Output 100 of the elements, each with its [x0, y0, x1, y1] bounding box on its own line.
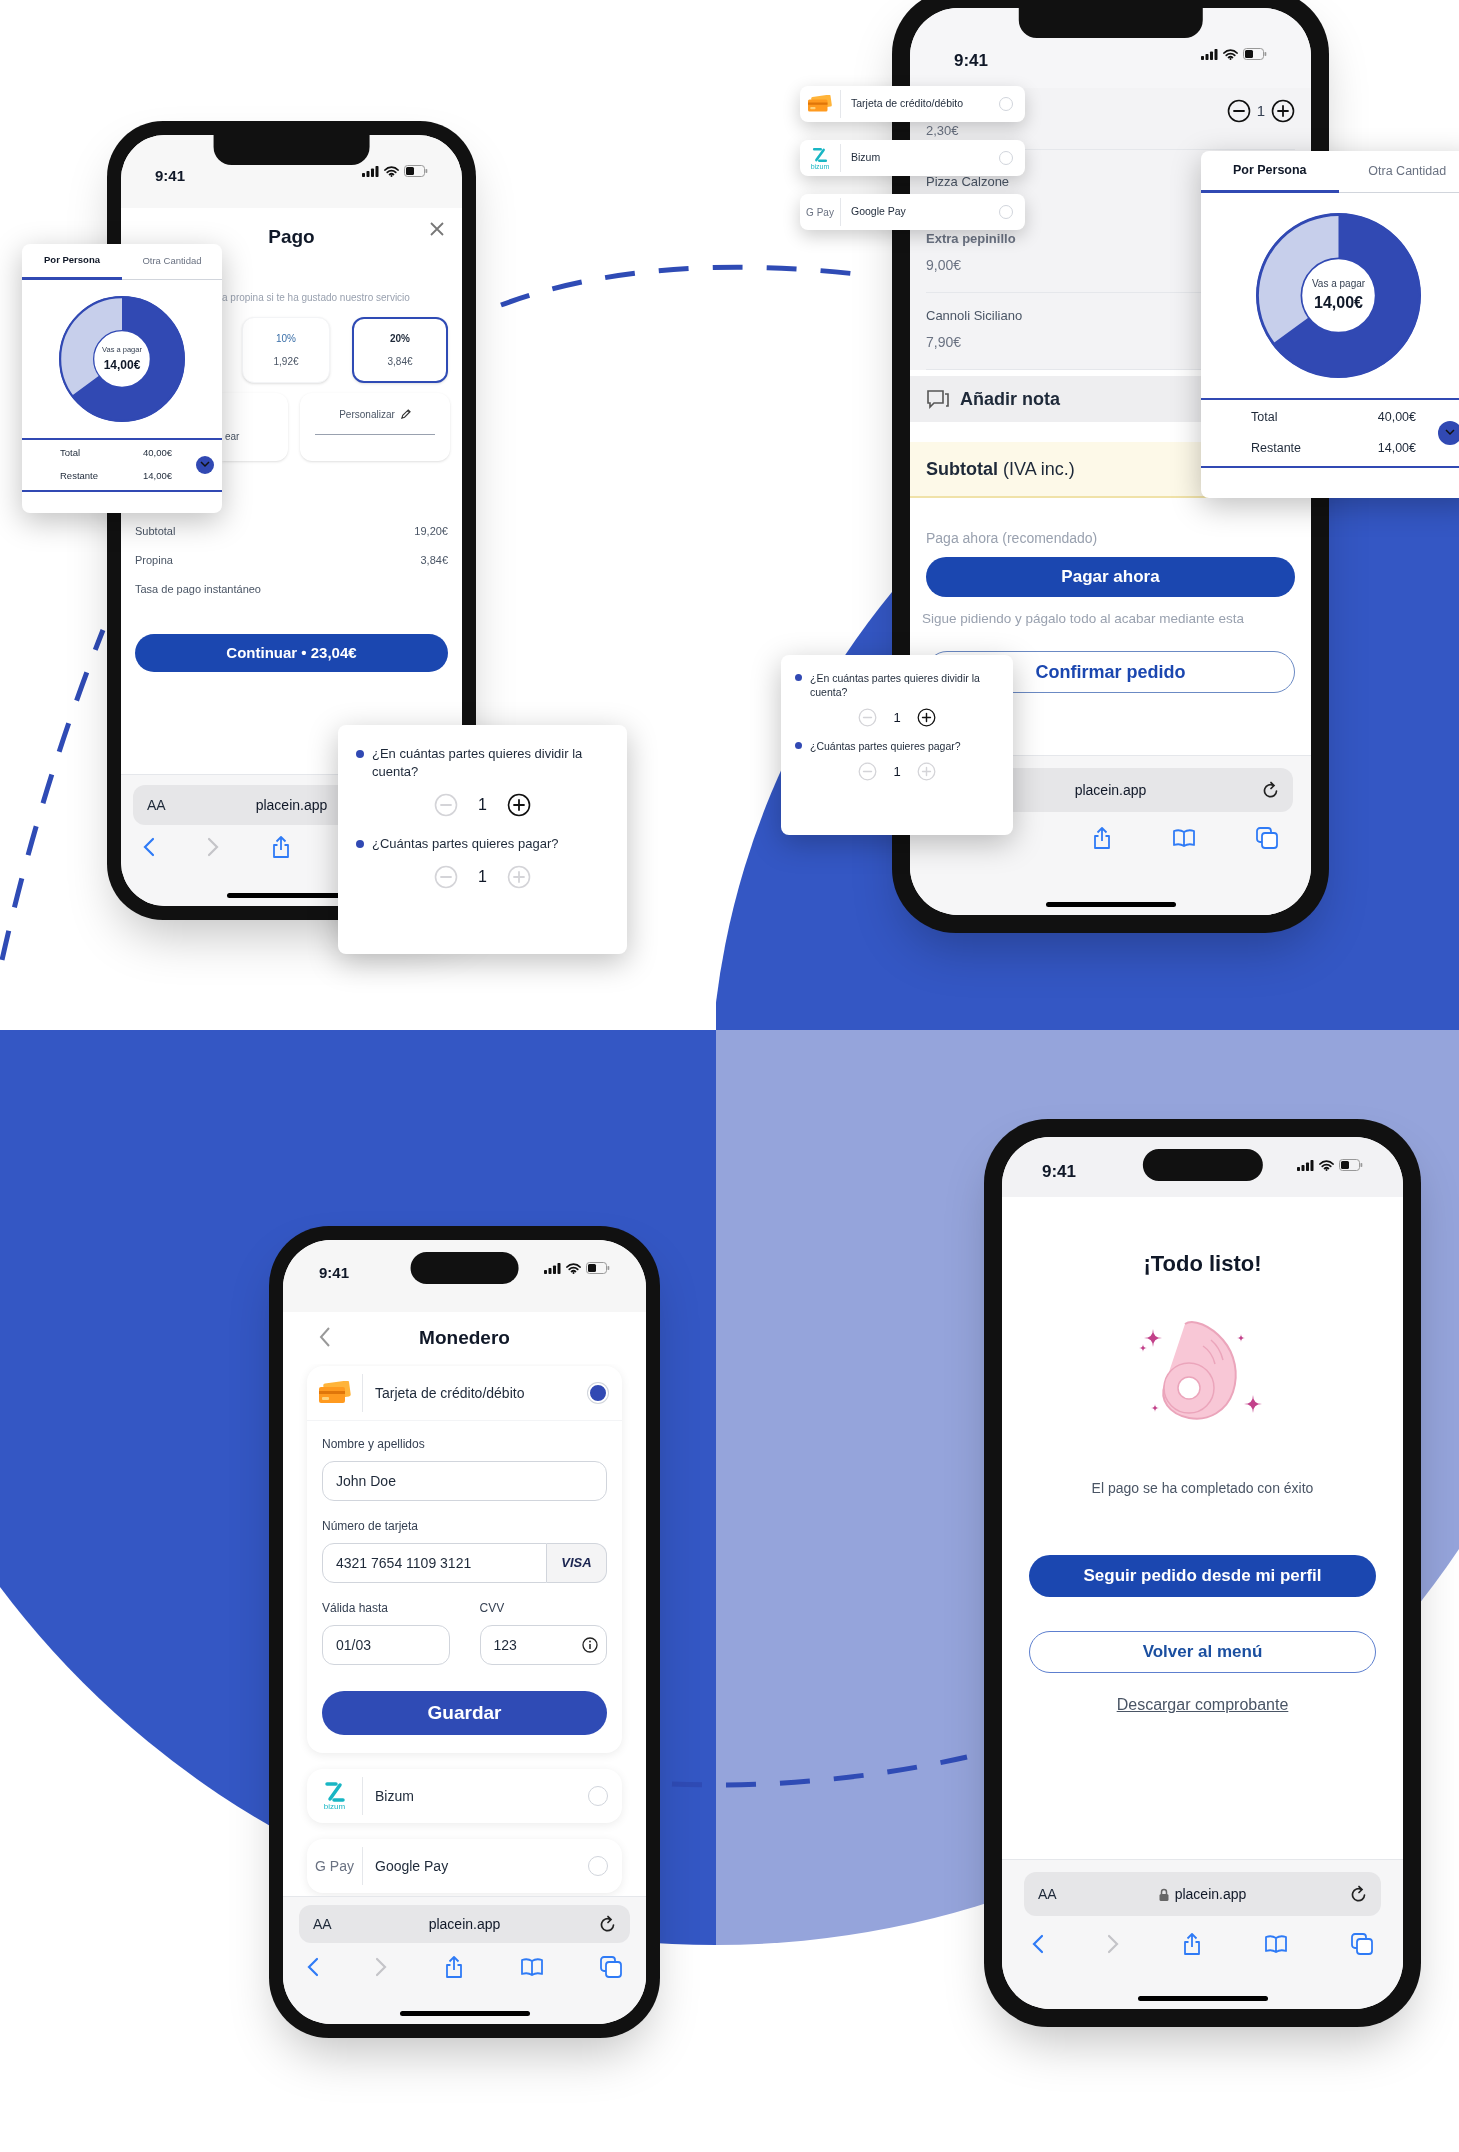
subtotal-text: Subtotal (IVA inc.) — [926, 457, 1075, 481]
expand-button[interactable] — [1438, 420, 1459, 445]
text-size-button[interactable]: AA — [313, 1913, 332, 1935]
summary-label: Restante — [60, 469, 99, 484]
tab[interactable]: Otra Cantidad — [1338, 151, 1459, 193]
battery-icon — [1243, 48, 1267, 60]
address-bar[interactable]: AA placein.app — [299, 1905, 630, 1943]
payment-method-popup[interactable]: G Pay Google Pay — [800, 194, 1025, 230]
address-bar[interactable]: AA placein.app — [1024, 1872, 1381, 1916]
custom-tip-field[interactable]: Personalizar — [300, 393, 450, 461]
share-icon[interactable] — [443, 1955, 464, 1979]
download-receipt-link[interactable]: Descargar comprobante — [1116, 1693, 1289, 1717]
amount-text: 14,00€ — [103, 356, 141, 374]
radio-button[interactable] — [999, 151, 1013, 165]
close-icon[interactable] — [430, 222, 444, 236]
screen-title: Monedero — [419, 1325, 510, 1350]
radio-button[interactable] — [588, 1786, 608, 1806]
method-name: Tarjeta de crédito/débito — [851, 96, 965, 112]
field-label: Personalizar — [339, 408, 395, 422]
summary-label: Restante — [1251, 439, 1302, 457]
back-icon[interactable] — [143, 837, 155, 857]
pay-later-hint: Sigue pidiendo y págalo todo al acabar mediante esta — [921, 610, 1245, 628]
screen-title: ¡Todo listo! — [1142, 1250, 1263, 1278]
info-icon — [582, 1637, 598, 1653]
wifi-icon — [1319, 1159, 1334, 1171]
summary-value: 40,00€ — [1377, 409, 1416, 426]
quantity-value: 1 — [1256, 100, 1265, 121]
bookmarks-icon[interactable] — [1172, 828, 1196, 848]
url-text: placein.app — [1174, 1884, 1247, 1904]
summary-value: 14,00€ — [142, 469, 172, 484]
radio-button[interactable] — [999, 97, 1013, 111]
count-value: 1 — [478, 794, 487, 815]
tip-option[interactable]: 10% 1,92€ — [242, 317, 330, 383]
track-order-button[interactable]: Seguir pedido desde mi perfil — [1029, 1555, 1376, 1597]
cvv-field[interactable]: 123 — [479, 1625, 607, 1665]
amount-caption: Vas a pagar — [1311, 277, 1366, 291]
wifi-icon — [384, 165, 399, 177]
bookmarks-icon[interactable] — [519, 1957, 544, 1977]
tab[interactable]: Otra Cantidad — [122, 244, 222, 280]
summary-value: 14,00€ — [1377, 439, 1416, 457]
tabs-icon[interactable] — [1351, 1933, 1373, 1955]
plus-icon[interactable] — [506, 792, 531, 817]
reload-icon[interactable] — [1263, 781, 1279, 799]
card-number-field[interactable]: 4321 7654 1109 3121 — [322, 1543, 547, 1583]
question-text: ¿Cuántas partes quieres pagar? — [372, 834, 559, 853]
question-text: ¿Cuántas partes quieres pagar? — [810, 739, 961, 754]
tab[interactable]: Por Persona — [22, 244, 122, 280]
tip-option[interactable]: 20% 3,84€ — [352, 317, 448, 383]
back-icon[interactable] — [1032, 1934, 1044, 1954]
radio-button[interactable] — [588, 1856, 608, 1876]
tab[interactable]: Por Persona — [1201, 151, 1339, 193]
field-label: Válida hasta — [322, 1600, 390, 1617]
minus-icon[interactable] — [1226, 99, 1251, 123]
bookmarks-icon[interactable] — [1264, 1934, 1289, 1954]
pay-now-button[interactable]: Pagar ahora — [926, 557, 1295, 597]
continue-button[interactable]: Continuar • 23,04€ — [135, 634, 448, 672]
screen-title: Pago — [268, 224, 315, 249]
item-name: Pizza Calzone — [926, 175, 1010, 188]
signal-icon — [1201, 48, 1218, 60]
back-to-menu-button[interactable]: Volver al menú — [1029, 1631, 1376, 1673]
note-icon — [926, 389, 950, 409]
expiry-field[interactable]: 01/03 — [322, 1625, 450, 1665]
share-icon[interactable] — [1181, 1932, 1202, 1956]
reload-icon[interactable] — [1351, 1885, 1367, 1903]
payment-method-popup[interactable]: Tarjeta de crédito/débito — [800, 86, 1025, 122]
back-icon[interactable] — [307, 1957, 319, 1977]
item-price: 2,30€ — [926, 124, 959, 137]
question-text: ¿En cuántas partes quieres dividir la cuenta? — [372, 745, 584, 781]
status-time: 9:41 — [954, 50, 989, 72]
back-icon[interactable] — [319, 1326, 331, 1348]
tip-option[interactable]: ear — [222, 393, 288, 461]
battery-icon — [404, 165, 428, 177]
status-time: 9:41 — [1042, 1161, 1077, 1183]
chevron-down-icon — [1445, 429, 1455, 437]
text-size-button[interactable]: AA — [147, 794, 166, 816]
battery-icon — [1339, 1159, 1363, 1171]
field-label: CVV — [479, 1600, 506, 1617]
count-value: 1 — [893, 762, 901, 781]
bizum-logo: bizum — [323, 1781, 346, 1811]
plus-icon[interactable] — [1271, 99, 1295, 123]
amount-text: 14,00€ — [1314, 293, 1363, 313]
item-name: Cannoli Siciliano — [926, 309, 1023, 322]
item-price: 9,00€ — [926, 256, 962, 275]
wifi-icon — [566, 1262, 581, 1274]
tabs-icon[interactable] — [1256, 827, 1278, 849]
save-button[interactable]: Guardar — [322, 1691, 607, 1735]
expand-button[interactable] — [196, 455, 214, 474]
tabs-icon[interactable] — [600, 1956, 622, 1978]
plus-icon[interactable] — [916, 708, 936, 728]
share-icon[interactable] — [1092, 826, 1112, 850]
method-name: Google Pay — [375, 1856, 450, 1876]
method-name: Tarjeta de crédito/débito — [375, 1383, 526, 1403]
success-message: El pago se ha completado con éxito — [1090, 1479, 1315, 1498]
radio-button[interactable] — [999, 205, 1013, 219]
text-size-button[interactable]: AA — [1038, 1883, 1057, 1905]
reload-icon[interactable] — [600, 1915, 616, 1933]
share-icon[interactable] — [271, 835, 291, 859]
count-value: 1 — [478, 866, 487, 887]
summary-label: Subtotal — [135, 524, 176, 540]
name-field[interactable]: John Doe — [322, 1461, 607, 1501]
